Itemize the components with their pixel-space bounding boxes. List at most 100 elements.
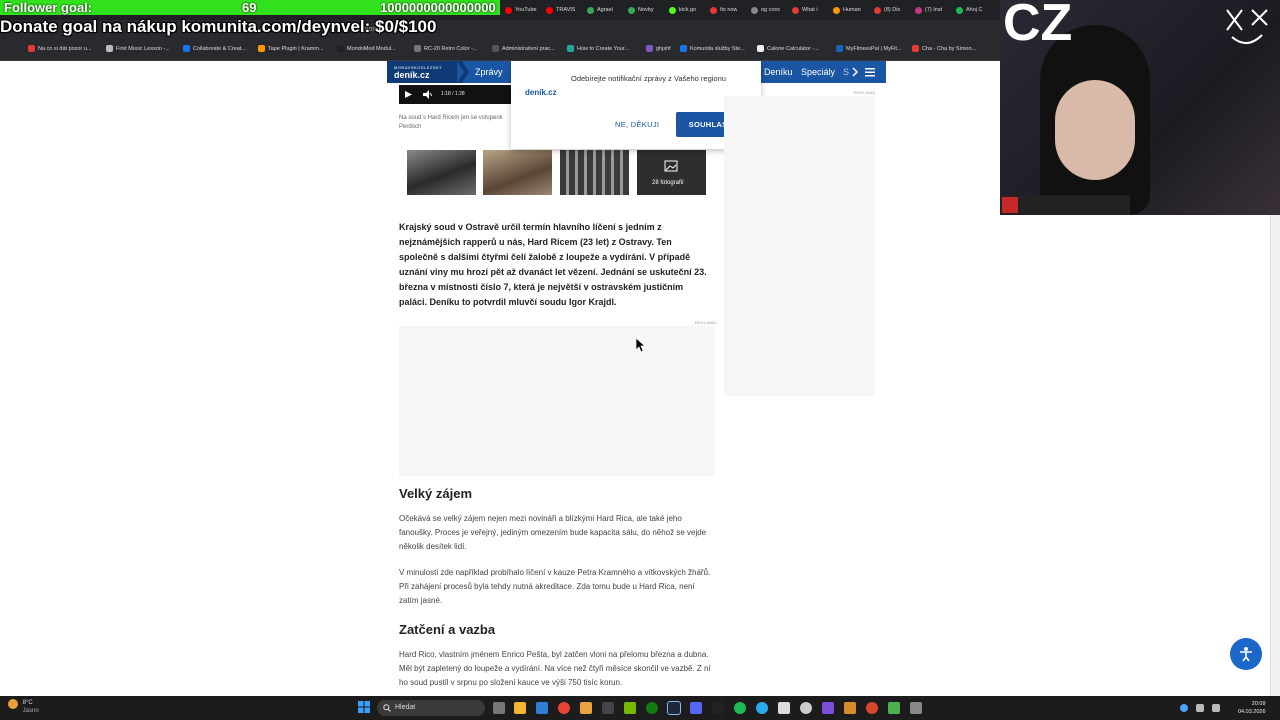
browser-tab[interactable]: Ahoj C: [956, 2, 983, 18]
gallery-thumbnail-2[interactable]: [483, 150, 552, 195]
nav-item-more[interactable]: S: [843, 67, 849, 77]
gallery-thumbnail-3[interactable]: [560, 150, 629, 195]
app-icon-3[interactable]: [602, 702, 614, 714]
emblem-icon: [1226, 9, 1268, 44]
browser-tab[interactable]: Agrael: [587, 2, 613, 18]
bookmark-item[interactable]: Administrativní prac...: [492, 45, 555, 52]
bookmark-item[interactable]: Calorie Calculator -...: [757, 45, 819, 52]
nav-item-deniku[interactable]: Deníku: [764, 67, 793, 77]
bookmark-item[interactable]: First Music Lesson -...: [106, 45, 170, 52]
bookmark-item[interactable]: ghjshf: [646, 45, 671, 52]
clock[interactable]: 20:09 04.03.2026: [1238, 700, 1266, 716]
section-heading-interest: Velký zájem: [399, 486, 472, 501]
bookmark-label: How to Create Your...: [577, 45, 629, 52]
app-icon-9[interactable]: [910, 702, 922, 714]
menu-hamburger-icon[interactable]: [864, 66, 876, 78]
gallery-thumbnail-1[interactable]: [407, 150, 476, 195]
bookmark-label: Tape Plugin | Kramm...: [268, 45, 324, 52]
bookmark-item[interactable]: Cha - Cha by Simon...: [912, 45, 976, 52]
browser-tab[interactable]: og conc: [751, 2, 780, 18]
bookmarks-bar: Na co si dát pozor u... First Music Lesso…: [0, 40, 1000, 61]
taskbar-search[interactable]: Hledat: [377, 700, 485, 716]
browser-tab[interactable]: YouTube: [505, 2, 537, 18]
tab-favicon-icon: [874, 6, 881, 14]
bookmark-item[interactable]: MondoMod Modul...: [337, 45, 396, 52]
nav-chevron-divider-icon: [457, 61, 469, 83]
telegram-icon[interactable]: [756, 702, 768, 714]
bookmark-item[interactable]: Tape Plugin | Kramm...: [258, 45, 324, 52]
browser-tab[interactable]: (8) Dis: [874, 2, 900, 18]
xbox-icon[interactable]: [646, 702, 658, 714]
tab-favicon-icon: [956, 6, 963, 14]
mute-icon[interactable]: [423, 90, 432, 99]
browser-tab[interactable]: TRAVIS: [546, 2, 575, 18]
age-rating-badge: [1002, 197, 1018, 213]
gallery-more-photos[interactable]: 28 fotografií: [637, 150, 706, 195]
section-heading-arrest: Zatčení a vazba: [399, 622, 496, 637]
tab-label: Its now: [720, 7, 738, 13]
chrome-icon[interactable]: [558, 702, 570, 714]
bookmark-label: Calorie Calculator -...: [767, 45, 819, 52]
tab-label: Novby: [638, 7, 654, 13]
mouse-cursor-icon: [636, 338, 645, 352]
play-icon[interactable]: [405, 91, 412, 98]
nav-chevron-right-icon[interactable]: [851, 67, 859, 77]
tab-favicon-icon: [587, 6, 594, 14]
bookmark-favicon-icon: [337, 45, 344, 52]
file-explorer-icon[interactable]: [514, 702, 526, 714]
search-label: Hledat: [395, 704, 416, 711]
volume-icon[interactable]: [1196, 704, 1204, 712]
bookmark-label: Na co si dát pozor u...: [38, 45, 92, 52]
bookmark-item[interactable]: How to Create Your...: [567, 45, 629, 52]
task-view-icon[interactable]: [493, 702, 505, 714]
popup-message: Odebírejte notifikační zprávy z Vašeho r…: [571, 74, 726, 83]
bookmark-item[interactable]: Collaborate & Creat...: [183, 45, 246, 52]
weather-temp: 8°C: [22, 700, 33, 706]
bookmark-item[interactable]: RC-20 Retro Color -...: [414, 45, 478, 52]
spotify-icon[interactable]: [734, 702, 746, 714]
tab-favicon-icon: [751, 6, 758, 14]
app-icon-2[interactable]: [580, 702, 592, 714]
browser-tab[interactable]: kick.go: [669, 2, 696, 18]
decline-button[interactable]: NE, DĚKUJI: [615, 120, 659, 129]
follower-goal-bar: Follower goal: 69 1000000000000000: [0, 0, 500, 15]
app-icon-1[interactable]: [536, 702, 548, 714]
tiktok-icon[interactable]: [712, 702, 724, 714]
app-icon-6[interactable]: [844, 702, 856, 714]
tab-favicon-icon: [669, 6, 676, 14]
browser-tab[interactable]: Novby: [628, 2, 654, 18]
discord-icon[interactable]: [690, 702, 702, 714]
browser-tab[interactable]: Human: [833, 2, 861, 18]
network-icon[interactable]: [1180, 704, 1188, 712]
browser-tab[interactable]: What i: [792, 2, 818, 18]
obs-icon[interactable]: [800, 702, 812, 714]
app-icon-4[interactable]: [778, 702, 790, 714]
bookmark-favicon-icon: [567, 45, 574, 52]
battery-icon[interactable]: [1212, 704, 1220, 712]
browser-tab[interactable]: Its now: [710, 2, 737, 18]
follower-goal-target: 1000000000000000: [380, 0, 496, 15]
bookmark-item[interactable]: MyFitnessPal | MyFit...: [836, 45, 902, 52]
gallery-count: 28 fotografií: [652, 180, 684, 186]
bookmark-favicon-icon: [183, 45, 190, 52]
accessibility-button[interactable]: [1230, 638, 1262, 670]
weather-widget[interactable]: 8°C Jasno: [8, 699, 39, 715]
nav-item-zpravy[interactable]: Zprávy: [475, 67, 503, 77]
bookmark-item[interactable]: Na co si dát pozor u...: [28, 45, 92, 52]
tab-favicon-icon: [915, 6, 922, 14]
webcam-badges: [1000, 195, 1130, 215]
ad-label: REKLAMA: [695, 320, 717, 325]
app-icon-8[interactable]: [888, 702, 900, 714]
bookmark-label: Administrativní prac...: [502, 45, 555, 52]
steam-icon[interactable]: [667, 701, 681, 715]
nvidia-icon[interactable]: [624, 702, 636, 714]
app-icon-5[interactable]: [822, 702, 834, 714]
app-icon-7[interactable]: [866, 702, 878, 714]
bookmark-favicon-icon: [258, 45, 265, 52]
site-logo[interactable]: MORAVSKOSLEZSKÝ deník.cz: [387, 61, 457, 83]
bookmark-item[interactable]: Komunita služby Ste...: [680, 45, 745, 52]
browser-tab[interactable]: (7) Inst: [915, 2, 942, 18]
nav-item-specialy[interactable]: Speciály: [801, 67, 835, 77]
video-player-controls[interactable]: 1:18 / 1:28: [399, 85, 511, 104]
start-windows-icon[interactable]: [358, 701, 370, 713]
